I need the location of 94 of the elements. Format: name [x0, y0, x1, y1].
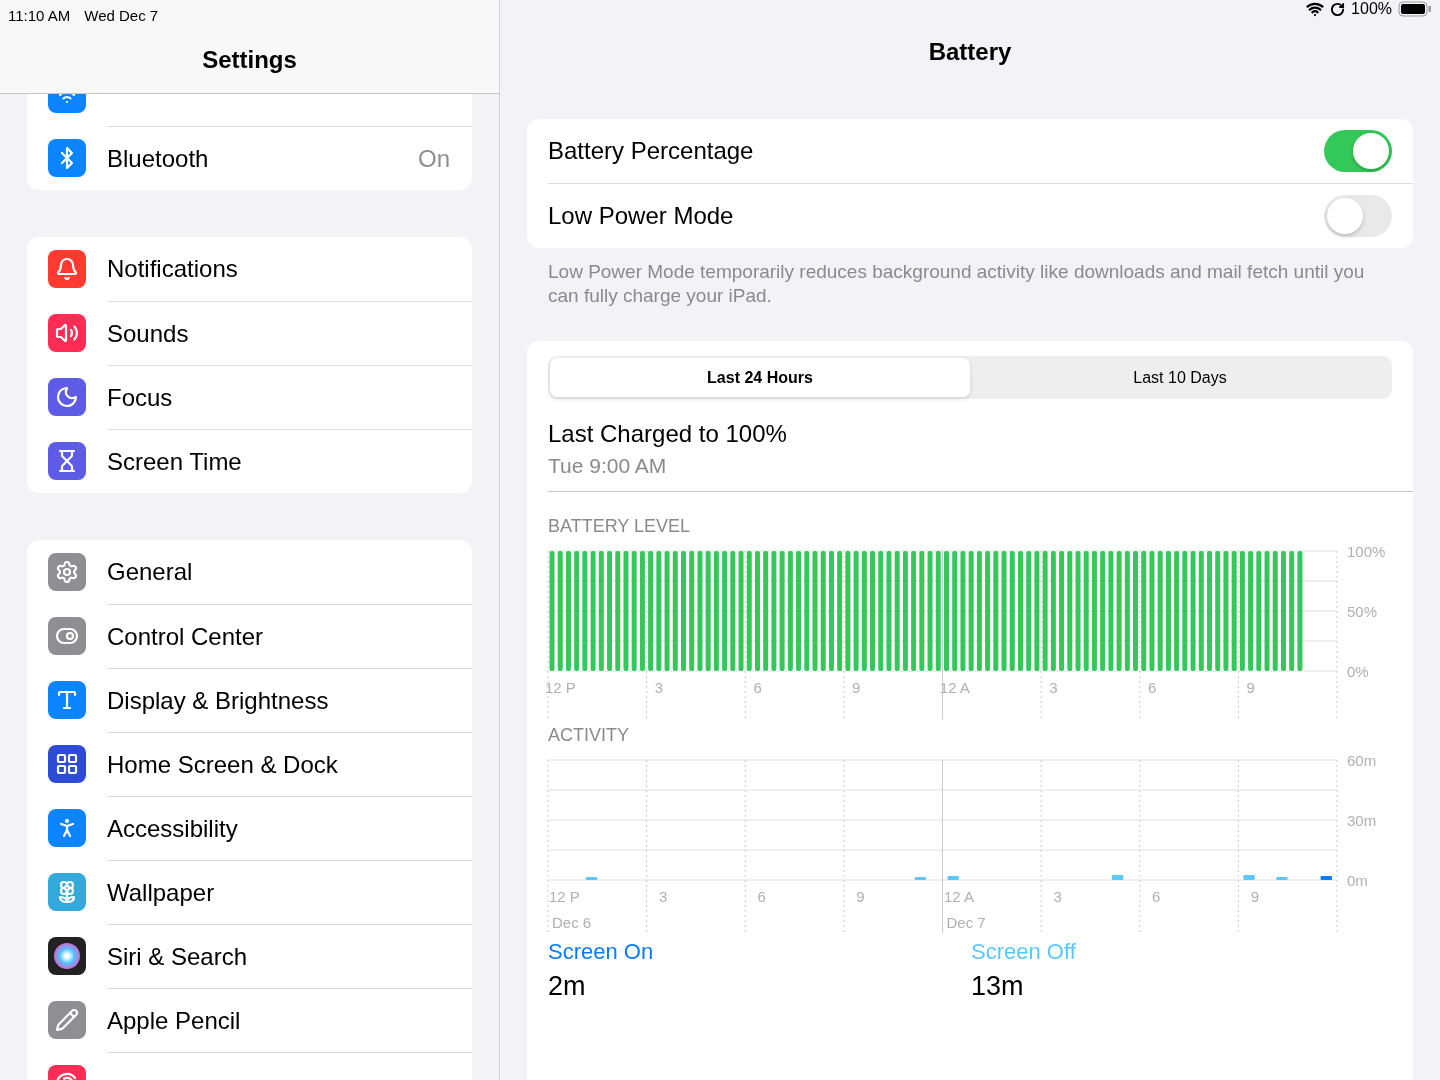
item-label: Notifications	[107, 255, 238, 283]
axis-label: 6	[1152, 888, 1161, 905]
item-label: Control Center	[107, 622, 264, 651]
summary-value: 2m	[548, 971, 587, 1002]
settings-item[interactable]: Bluetooth On	[27, 126, 472, 190]
axis-label: 0m	[1347, 872, 1368, 889]
segment-tab[interactable]: Last 24 Hours	[550, 358, 970, 397]
status-date: Wed Dec 7	[84, 6, 159, 24]
axis-label: 30m	[1347, 812, 1377, 829]
battery-percent: 100%	[1351, 0, 1392, 18]
axis-label: 12 A	[943, 888, 974, 905]
settings-item[interactable]: Screen Time	[27, 429, 472, 493]
item-label: Apple Pencil	[107, 1006, 241, 1035]
legend-label: Screen On	[548, 939, 655, 965]
chart-title: BATTERY LEVEL	[548, 516, 692, 537]
axis-label: 0%	[1347, 663, 1369, 680]
axis-label: 12 P	[544, 679, 576, 696]
axis-label: 50%	[1347, 603, 1378, 620]
item-label: Accessibility	[107, 814, 238, 843]
last-charged-title: Last Charged to 100%	[548, 420, 788, 448]
legend-label: Screen Off	[971, 939, 1077, 965]
chart-bar	[914, 877, 927, 880]
summary-value: 13m	[971, 971, 1025, 1002]
item-label: Focus	[107, 383, 173, 412]
settings-icon	[48, 553, 86, 591]
item-value: On	[418, 144, 450, 173]
toggle-switch[interactable]	[1324, 130, 1392, 172]
toggle-note: Low Power Mode temporarily reduces background activity like downloads and mail fetch until you can fully charge your iPad.	[547, 260, 1366, 308]
accessibility-icon	[48, 809, 86, 847]
toggle-switch[interactable]	[1324, 195, 1392, 237]
hourglass-icon	[48, 442, 86, 480]
chart-title: ACTIVITY	[548, 725, 630, 746]
item-label: Display & Brightness	[107, 686, 329, 715]
last-charged-time: Tue 9:00 AM	[548, 454, 668, 478]
item-label: General	[107, 558, 193, 586]
axis-label: 9	[1250, 888, 1259, 905]
item-label: Bluetooth	[107, 144, 209, 173]
axis-label: 3	[654, 679, 664, 696]
date-label: Dec 6	[552, 914, 592, 931]
axis-label: 60m	[1347, 752, 1377, 769]
item-label: Home Screen & Dock	[107, 750, 338, 779]
axis-label: 12 A	[939, 679, 970, 696]
settings-item[interactable]: Accessibility	[27, 796, 472, 860]
chart-bar	[1320, 876, 1332, 880]
battery-icon	[1398, 1, 1432, 17]
settings-item[interactable]: Siri & Search	[27, 924, 472, 988]
settings-item[interactable]: Sounds	[27, 301, 472, 365]
axis-label: 6	[757, 888, 766, 905]
bluetooth-icon	[48, 139, 86, 177]
axis-label: 12 P	[549, 888, 580, 905]
chart-bar	[1243, 875, 1255, 880]
settings-item[interactable]: Focus	[27, 365, 472, 429]
moon-icon	[48, 378, 86, 416]
status-time: 11:10 AM	[8, 6, 71, 24]
toggle-label: Battery Percentage	[548, 137, 754, 165]
settings-item[interactable]: General	[27, 540, 472, 604]
text-size-icon	[48, 681, 86, 719]
axis-label: 3	[658, 888, 668, 905]
settings-item[interactable]: Control Center	[27, 604, 472, 668]
settings-item[interactable]: Apple Pencil	[27, 988, 472, 1052]
toggle-icon	[48, 617, 86, 655]
toggle-label: Low Power Mode	[548, 202, 734, 230]
settings-item[interactable]: Wallpaper	[27, 860, 472, 924]
axis-label: 6	[1147, 679, 1157, 696]
axis-label: 100%	[1347, 543, 1386, 560]
pencil-icon	[48, 1001, 86, 1039]
rotation-lock-icon	[1330, 1, 1346, 17]
axis-label: 9	[1246, 679, 1255, 696]
item-label: Screen Time	[107, 447, 242, 476]
sidebar-title: Settings	[201, 46, 298, 74]
settings-item[interactable]: Home Screen & Dock	[27, 732, 472, 796]
settings-item[interactable]: Notifications	[27, 237, 472, 301]
segment-tab[interactable]: Last 10 Days	[970, 358, 1390, 397]
grid-icon	[48, 745, 86, 783]
chart-bar	[1276, 877, 1288, 880]
chart-bar	[585, 877, 598, 880]
flower-icon	[48, 873, 86, 911]
item-label: Wallpaper	[107, 878, 215, 907]
wifi-icon	[1306, 0, 1325, 18]
bell-icon	[48, 250, 86, 288]
axis-label: 6	[753, 679, 762, 696]
item-label: Siri & Search	[107, 942, 248, 971]
orb-icon	[48, 937, 86, 975]
chart-bar	[947, 876, 959, 880]
chart-bar	[1111, 875, 1124, 880]
date-label: Dec 7	[946, 914, 986, 931]
axis-label: 3	[1049, 679, 1058, 696]
page-title: Battery	[927, 38, 1013, 66]
speaker-icon	[48, 314, 86, 352]
axis-label: 3	[1053, 888, 1062, 905]
item-label: Sounds	[107, 319, 189, 348]
axis-label: 9	[852, 679, 861, 696]
settings-item[interactable]: Display & Brightness	[27, 668, 472, 732]
axis-label: 9	[856, 888, 865, 905]
